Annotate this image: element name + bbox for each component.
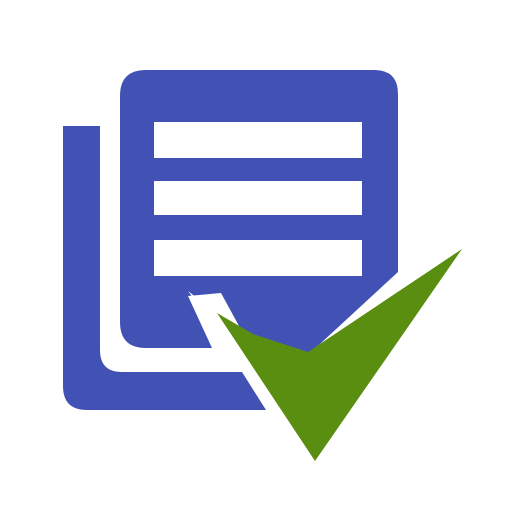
icon-canvas [0,0,512,512]
list-line-2 [154,181,362,215]
list-line-1 [154,122,362,158]
document-list-check-icon [63,70,470,468]
list-line-3 [154,240,362,276]
